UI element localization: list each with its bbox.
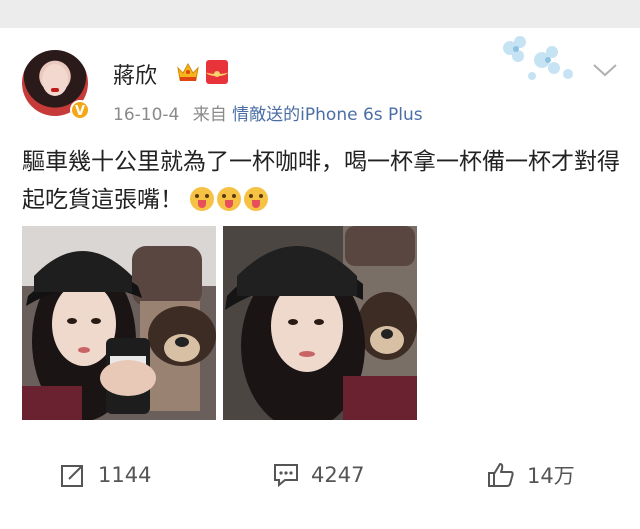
post-photo-1[interactable] bbox=[22, 226, 216, 420]
share-icon bbox=[61, 465, 83, 487]
source-prefix: 来自 bbox=[192, 105, 227, 125]
like-count: 14万 bbox=[527, 464, 575, 488]
thumbs-up-icon bbox=[488, 463, 514, 487]
repost-count: 1144 bbox=[98, 463, 152, 487]
tongue-out-emoji-icon bbox=[244, 187, 269, 211]
author-name[interactable]: 蔣欣 bbox=[113, 58, 157, 90]
post-meta: 16-10-4 来自 情敵送的iPhone 6s Plus bbox=[113, 100, 423, 125]
verified-badge-icon: V bbox=[70, 100, 90, 120]
top-separator bbox=[0, 0, 640, 28]
action-bar: 1144 4247 14万 bbox=[0, 456, 640, 496]
post-body: 驅車幾十公里就為了一杯咖啡，喝一杯拿一杯備一杯才對得起吃貨這張嘴！ bbox=[22, 149, 620, 213]
weibo-post-card: V 蔣欣 16-10-4 来自 情敵送的iPhone 6s Plus 驅車幾十公… bbox=[0, 28, 640, 529]
red-packet-icon[interactable] bbox=[206, 60, 228, 84]
crown-icon[interactable] bbox=[176, 61, 200, 83]
source-device-link[interactable]: 情敵送的iPhone 6s Plus bbox=[232, 105, 422, 125]
comment-count: 4247 bbox=[311, 463, 365, 487]
avatar-lips bbox=[51, 88, 59, 92]
tongue-out-emoji-icon bbox=[190, 187, 215, 211]
flower-decoration-icon bbox=[503, 36, 573, 80]
chevron-down-icon[interactable] bbox=[592, 62, 618, 78]
comment-button[interactable]: 4247 bbox=[273, 460, 364, 490]
post-text: 驅車幾十公里就為了一杯咖啡，喝一杯拿一杯備一杯才對得起吃貨這張嘴！ bbox=[22, 143, 622, 219]
comment-icon bbox=[274, 464, 298, 488]
repost-button[interactable]: 1144 bbox=[60, 460, 151, 490]
like-button[interactable]: 14万 bbox=[487, 460, 575, 490]
tongue-out-emoji-icon bbox=[217, 187, 242, 211]
post-photo-2[interactable] bbox=[223, 226, 417, 420]
post-date: 16-10-4 bbox=[113, 105, 180, 125]
